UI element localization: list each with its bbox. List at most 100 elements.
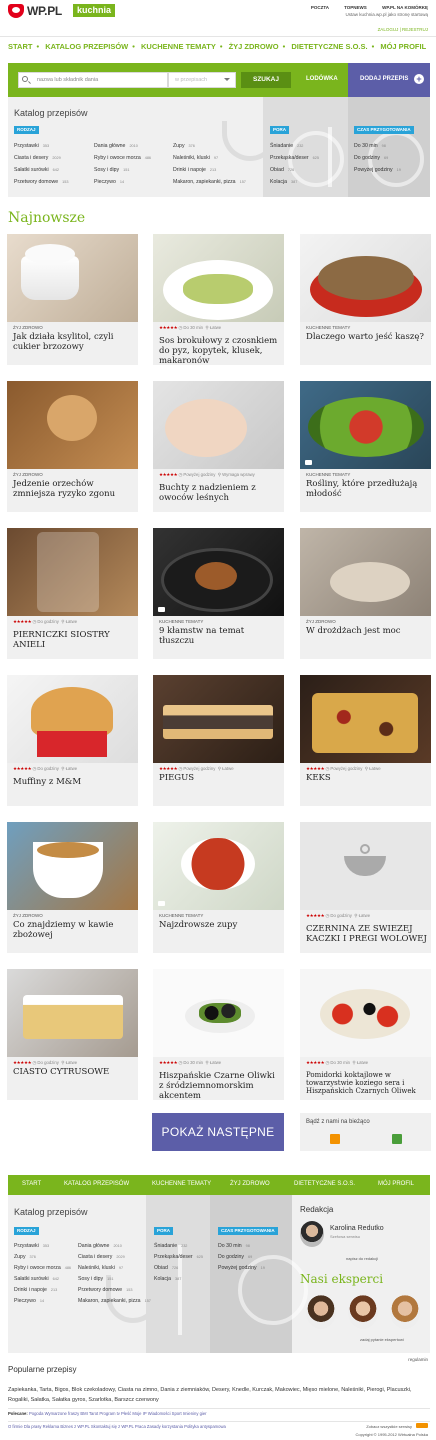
recipe-title[interactable]: CIASTO CYTRUSOWE (13, 1067, 135, 1077)
recipe-image[interactable] (7, 969, 138, 1057)
catalog-item[interactable]: Ryby i owoce morza 486 (94, 155, 151, 161)
catalog-item[interactable]: Sosy i dipy 151 (94, 167, 129, 173)
article-category[interactable]: ŻYJ ZDROWO (13, 325, 43, 330)
recipe-title[interactable]: Hiszpańskie Czarne Oliwki z śródziemnomo… (159, 1071, 281, 1101)
recipe-title[interactable]: Sos brokułowy z czosnkiem do pyz, kopyte… (159, 336, 281, 366)
catalog-item[interactable]: Obiad 726 (154, 1265, 178, 1271)
ask-expert-link[interactable]: zadaj pytanie ekspertowi (360, 1337, 404, 1342)
catalog-item[interactable]: Do 30 min 98 (218, 1243, 250, 1249)
recipe-card[interactable]: ★★★★★ ◷ Powyżej godziny ⚲ Łatwe PIEGUS (153, 675, 284, 806)
catalog-item[interactable]: Przekąska/deser 625 (270, 155, 319, 161)
catalog-item[interactable]: Przystawki 353 (14, 1243, 49, 1249)
article-title[interactable]: Jak działa ksylitol, czyli cukier brzozo… (13, 332, 135, 352)
catalog-item[interactable]: Powyżej godziny 19 (354, 167, 401, 173)
article-title[interactable]: Co znajdziemy w kawie zbożowej (13, 920, 135, 940)
catalog-item[interactable]: Przystawki 353 (14, 143, 49, 149)
catalog-item[interactable]: Ciasta i desery 2029 (78, 1254, 125, 1260)
recipe-title[interactable]: PIEGUS (159, 773, 281, 783)
catalog-item[interactable]: Śniadanie 232 (270, 143, 303, 149)
footer-nav-diet-sos[interactable]: DIETETYCZNE S.O.S. (294, 1181, 355, 1187)
editor-name[interactable]: Karolina Redutko (330, 1225, 384, 1232)
recipe-card[interactable]: ★★★★★ ◷ Do 30 min ⚲ Łatwe Hiszpańskie Cz… (153, 969, 284, 1101)
logo-text[interactable]: WP.PL (27, 4, 62, 18)
catalog-item[interactable]: Ryby i owoce morza 486 (14, 1265, 71, 1271)
recipe-image[interactable] (7, 675, 138, 763)
article-title[interactable]: Dlaczego warto jeść kaszę? (306, 332, 428, 342)
catalog-item[interactable]: Naleśniki, kluski 97 (78, 1265, 123, 1271)
catalog-item[interactable]: Makaron, zapiekanki, pizza 157 (78, 1298, 151, 1304)
fridge-button[interactable]: LODÓWKA (306, 76, 338, 82)
catalog-item[interactable]: Kolacja 387 (154, 1276, 181, 1282)
add-recipe-button[interactable]: DODAJ PRZEPIS + (348, 63, 430, 97)
catalog-item[interactable]: Ciasta i desery 2029 (14, 155, 61, 161)
article-category[interactable]: ŻYJ ZDROWO (13, 472, 43, 477)
footer-nav-live-healthy[interactable]: ŻYJ ZDROWO (230, 1181, 270, 1187)
catalog-item[interactable]: Do godziny 69 (218, 1254, 252, 1260)
nav-my-profile[interactable]: MÓJ PROFIL (380, 42, 426, 51)
catalog-item[interactable]: Drinki i napoje 213 (173, 167, 216, 173)
search-button[interactable]: SZUKAJ (241, 72, 291, 88)
catalog-item[interactable]: Śniadanie 232 (154, 1243, 187, 1249)
recipe-image[interactable] (153, 381, 284, 469)
article-category[interactable]: KUCHENNE TEMATY (306, 472, 350, 477)
article-image[interactable] (300, 234, 431, 322)
article-card[interactable]: KUCHENNE TEMATY Rośliny, które przedłuża… (300, 381, 431, 512)
recipe-image[interactable] (7, 528, 138, 616)
article-category[interactable]: ŻYJ ZDROWO (306, 619, 336, 624)
article-card[interactable]: KUCHENNE TEMATY Dlaczego warto jeść kasz… (300, 234, 431, 365)
nav-live-healthy[interactable]: ŻYJ ZDROWO (229, 42, 279, 51)
article-title[interactable]: W drożdżach jest moc (306, 626, 428, 636)
catalog-item[interactable]: Zupy 376 (173, 143, 195, 149)
recipe-card[interactable]: ★★★★★ ◷ Do godziny ⚲ Łatwe PIERNICZKI SI… (7, 528, 138, 659)
recipe-card[interactable]: ★★★★★ ◷ Do godziny ⚲ Łatwe CZERNINA ZE S… (300, 822, 431, 953)
recipe-card[interactable]: ★★★★★ ◷ Do 30 min ⚲ Łatwe Pomidorki kokt… (300, 969, 431, 1100)
popular-links[interactable]: Zapiekanka, Tarta, Bigos, Blok czekolado… (8, 1385, 428, 1405)
article-image[interactable] (300, 528, 431, 616)
article-image[interactable] (300, 381, 431, 469)
terms-link[interactable]: regulamin (408, 1357, 428, 1362)
auth-links[interactable]: ZALOGUJ | REJESTRUJ (378, 27, 428, 32)
bottom-links[interactable]: O firmie Dla prasy Reklama Biznes z WP.P… (8, 1424, 226, 1429)
partner-link-list[interactable]: Pogoda Wymarzone fraszy BMI Tarot Progra… (29, 1411, 207, 1416)
rss-icon[interactable] (330, 1134, 340, 1144)
nav-diet-sos[interactable]: DIETETYCZNE S.O.S. (291, 42, 367, 51)
article-title[interactable]: Rośliny, które przedłużają młodość (306, 479, 428, 499)
catalog-item[interactable]: Przetwory domowe 153 (78, 1287, 132, 1293)
expert-avatar[interactable] (306, 1295, 336, 1329)
catalog-item[interactable]: Dania główne 2010 (94, 143, 138, 149)
show-more-button[interactable]: POKAŻ NASTĘPNE (152, 1113, 284, 1151)
catalog-item[interactable]: Obiad 726 (270, 167, 294, 173)
expert-avatar[interactable] (390, 1295, 420, 1329)
article-card[interactable]: ŻYJ ZDROWO Jedzenie orzechów zmniejsza r… (7, 381, 138, 512)
recipe-card[interactable]: ★★★★★ ◷ Powyżej godziny ⚲ Wymaga wprawy … (153, 381, 284, 512)
article-title[interactable]: Najzdrowsze zupy (159, 920, 281, 930)
article-image[interactable] (7, 381, 138, 469)
catalog-item[interactable]: Makaron, zapiekanki, pizza 157 (173, 179, 246, 185)
catalog-item[interactable]: Pieczywo 14 (14, 1298, 44, 1304)
article-card[interactable]: ŻYJ ZDROWO Jak działa ksylitol, czyli cu… (7, 234, 138, 365)
article-category[interactable]: ŻYJ ZDROWO (13, 913, 43, 918)
recipe-title[interactable]: Muffiny z M&M (13, 777, 135, 787)
footer-nav-catalog[interactable]: KATALOG PRZEPISÓW (64, 1181, 129, 1187)
catalog-item[interactable]: Przetwory domowe 153 (14, 179, 68, 185)
catalog-item[interactable]: Sałatki surówki 642 (14, 1276, 59, 1282)
article-image[interactable] (7, 822, 138, 910)
write-to-editors-link[interactable]: napisz do redakcji (346, 1256, 378, 1261)
article-image[interactable] (153, 528, 284, 616)
nav-catalog[interactable]: KATALOG PRZEPISÓW (45, 42, 128, 51)
footer-nav-kitchen-topics[interactable]: KUCHENNE TEMATY (152, 1181, 211, 1187)
article-image[interactable] (7, 234, 138, 322)
nav-kitchen-topics[interactable]: KUCHENNE TEMATY (141, 42, 216, 51)
recipe-title[interactable]: Pomidorki koktajlowe w towarzystwie kozi… (306, 1071, 428, 1095)
recipe-card[interactable]: ★★★★★ ◷ Powyżej godziny ⚲ Łatwe KEKS (300, 675, 431, 806)
catalog-item[interactable]: Sosy i dipy 151 (78, 1276, 113, 1282)
catalog-item[interactable]: Przekąska/deser 625 (154, 1254, 203, 1260)
top-link-mobile[interactable]: WP.PL NA KOMÓRKĘ (382, 5, 428, 10)
top-link-topnews[interactable]: TOPNEWS (344, 5, 367, 10)
recipe-image[interactable] (300, 675, 431, 763)
catalog-item[interactable]: Naleśniki, kluski 97 (173, 155, 218, 161)
top-link-poczta[interactable]: POCZTA (311, 5, 329, 10)
catalog-item[interactable]: Do 30 min 98 (354, 143, 386, 149)
footer-nav-start[interactable]: START (22, 1181, 41, 1187)
expert-avatar[interactable] (348, 1295, 378, 1329)
